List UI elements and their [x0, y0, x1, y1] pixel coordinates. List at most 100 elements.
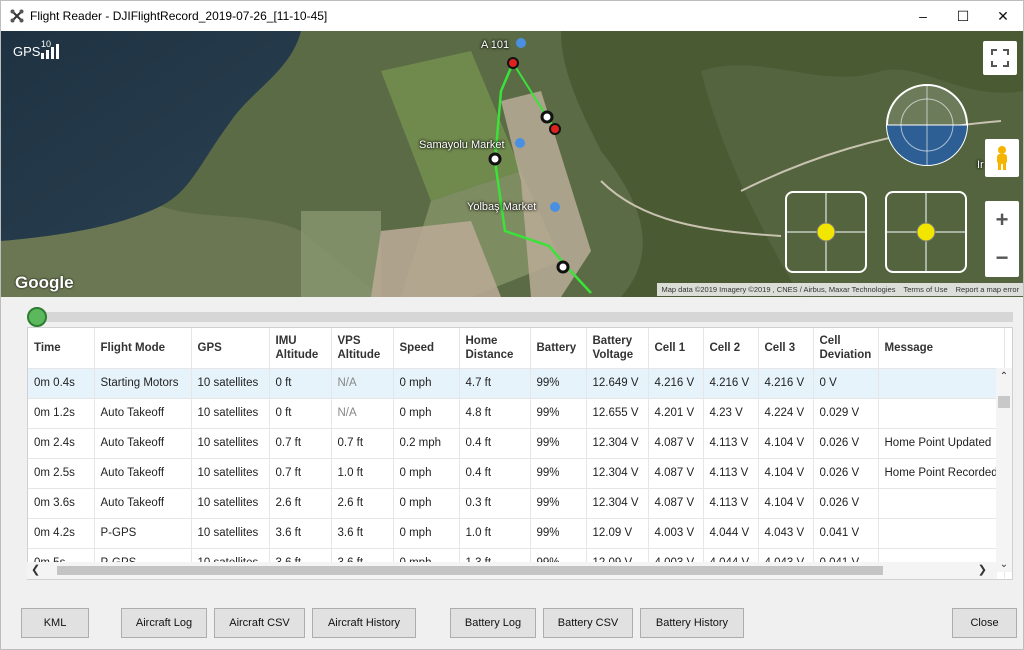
column-header[interactable]: Cell 1: [648, 328, 704, 368]
right-stick-graphic: [887, 193, 965, 271]
table-cell: 0.7 ft: [269, 427, 332, 458]
table-row[interactable]: 0m 2.5s Auto Takeoff 10 satellites 0.7 ft 1.…: [28, 457, 1005, 488]
vertical-scrollbar[interactable]: ⌃ ⌄: [996, 368, 1012, 572]
title-bar: Flight Reader - DJIFlightRecord_2019-07-…: [1, 1, 1023, 31]
battery-history-button[interactable]: Battery History: [640, 608, 744, 638]
table-cell: Home Point Updated: [878, 427, 1005, 458]
close-window-button[interactable]: ✕: [983, 1, 1023, 31]
table-cell: 99%: [530, 427, 587, 458]
table-cell: P-GPS: [94, 517, 192, 548]
gps-indicator: GPS 10: [13, 39, 60, 59]
street-view-button[interactable]: [985, 139, 1019, 177]
close-button[interactable]: Close: [952, 608, 1017, 638]
attitude-indicator: [886, 84, 968, 166]
terms-of-use-link[interactable]: Terms of Use: [903, 285, 947, 294]
google-logo: Google: [15, 273, 74, 292]
table-row[interactable]: 0m 2.4s Auto Takeoff 10 satellites 0.7 ft 0.…: [28, 427, 1005, 458]
column-header[interactable]: Battery: [530, 328, 587, 368]
table-cell: 0 mph: [393, 517, 460, 548]
scroll-left-arrow-icon[interactable]: ❮: [31, 563, 40, 576]
table-cell: 0.2 mph: [393, 427, 460, 458]
table-cell: 0 ft: [269, 367, 332, 398]
table-cell: 1.0 ft: [331, 457, 394, 488]
timeline-slider-track[interactable]: [37, 312, 1013, 322]
table-cell: 10 satellites: [191, 397, 270, 428]
table-row[interactable]: 0m 4.2s P-GPS 10 satellites 3.6 ft 3.6 ft 0 m…: [28, 517, 1005, 548]
table-cell: 4.104 V: [758, 487, 814, 518]
table-cell: 99%: [530, 517, 587, 548]
table-cell: 4.224 V: [758, 397, 814, 428]
table-cell: 0.041 V: [813, 517, 879, 548]
timeline-slider-thumb[interactable]: [27, 307, 47, 327]
table-cell: Auto Takeoff: [94, 427, 192, 458]
table-cell: 4.23 V: [703, 397, 759, 428]
scroll-up-arrow-icon[interactable]: ⌃: [996, 368, 1012, 384]
scroll-down-arrow-icon[interactable]: ⌄: [996, 556, 1012, 572]
table-body: 0m 0.4s Starting Motors 10 satellites 0 ft N…: [28, 367, 1005, 578]
table-cell: N/A: [331, 397, 394, 428]
table-cell: 4.104 V: [758, 457, 814, 488]
table-row[interactable]: 0m 0.4s Starting Motors 10 satellites 0 ft N…: [28, 367, 1005, 398]
table-cell: 4.087 V: [648, 457, 704, 488]
satellite-map[interactable]: GPS 10 A 101 Samayolu Market Yolbaş Mark…: [1, 31, 1023, 297]
column-header[interactable]: VPS Altitude: [331, 328, 394, 368]
column-header[interactable]: Battery Voltage: [586, 328, 649, 368]
zoom-in-button[interactable]: +: [985, 201, 1019, 239]
table-cell: 4.003 V: [648, 517, 704, 548]
satellite-imagery: [1, 31, 1023, 297]
table-cell: 2.6 ft: [331, 487, 394, 518]
table-cell: 0m 0.4s: [28, 367, 95, 398]
horizontal-scroll-thumb[interactable]: [57, 566, 883, 575]
table-cell: 0 mph: [393, 487, 460, 518]
place-label-samayolu: Samayolu Market: [419, 139, 505, 151]
table-cell: 0m 2.4s: [28, 427, 95, 458]
table-cell: 4.7 ft: [459, 367, 531, 398]
column-header[interactable]: Time: [28, 328, 95, 368]
kml-button[interactable]: KML: [21, 608, 89, 638]
table-cell: 4.113 V: [703, 427, 759, 458]
table-row[interactable]: 0m 3.6s Auto Takeoff 10 satellites 2.6 ft 2.…: [28, 487, 1005, 518]
battery-log-button[interactable]: Battery Log: [450, 608, 536, 638]
table-cell: 10 satellites: [191, 367, 270, 398]
column-header[interactable]: Message: [878, 328, 1005, 368]
maximize-button[interactable]: ☐: [943, 1, 983, 31]
column-header[interactable]: Cell 2: [703, 328, 759, 368]
minimize-button[interactable]: –: [903, 1, 943, 31]
column-header[interactable]: Flight Mode: [94, 328, 192, 368]
left-stick-graphic: [787, 193, 865, 271]
map-attribution: Map data ©2019 Imagery ©2019 , CNES / Ai…: [657, 283, 1023, 296]
column-header[interactable]: Speed: [393, 328, 460, 368]
column-header[interactable]: Home Distance: [459, 328, 531, 368]
zoom-out-button[interactable]: −: [985, 239, 1019, 277]
column-header[interactable]: GPS: [191, 328, 270, 368]
table-cell: 0 mph: [393, 457, 460, 488]
map-data-credit: Map data ©2019 Imagery ©2019 , CNES / Ai…: [661, 285, 896, 294]
aircraft-history-button[interactable]: Aircraft History: [312, 608, 416, 638]
table-cell: 0.026 V: [813, 427, 879, 458]
aircraft-csv-button[interactable]: Aircraft CSV: [214, 608, 305, 638]
table-cell: 4.087 V: [648, 427, 704, 458]
table-cell: 4.201 V: [648, 397, 704, 428]
table-cell: 99%: [530, 367, 587, 398]
table-header-row: Time Flight Mode GPS IMU Altitude VPS Altitu…: [28, 328, 1005, 368]
aircraft-log-button[interactable]: Aircraft Log: [121, 608, 207, 638]
table-cell: 10 satellites: [191, 487, 270, 518]
table-cell: 0 ft: [269, 397, 332, 428]
column-header[interactable]: Cell 3: [758, 328, 814, 368]
table-cell: Starting Motors: [94, 367, 192, 398]
flight-data-grid: Time Flight Mode GPS IMU Altitude VPS Altitu…: [28, 328, 1005, 578]
vertical-scroll-thumb[interactable]: [998, 396, 1010, 408]
table-cell: 0m 3.6s: [28, 487, 95, 518]
gps-label: GPS: [13, 44, 41, 59]
report-map-error-link[interactable]: Report a map error: [956, 285, 1019, 294]
table-cell: 12.304 V: [586, 487, 649, 518]
battery-csv-button[interactable]: Battery CSV: [543, 608, 633, 638]
column-header[interactable]: Cell Deviation: [813, 328, 879, 368]
place-label-a101: A 101: [481, 39, 510, 51]
fullscreen-button[interactable]: [983, 41, 1017, 75]
table-cell: 0.3 ft: [459, 487, 531, 518]
horizontal-scrollbar[interactable]: ❮ ❯: [27, 562, 997, 579]
scroll-right-arrow-icon[interactable]: ❯: [978, 563, 987, 576]
column-header[interactable]: IMU Altitude: [269, 328, 332, 368]
table-row[interactable]: 0m 1.2s Auto Takeoff 10 satellites 0 ft N/A 0…: [28, 397, 1005, 428]
